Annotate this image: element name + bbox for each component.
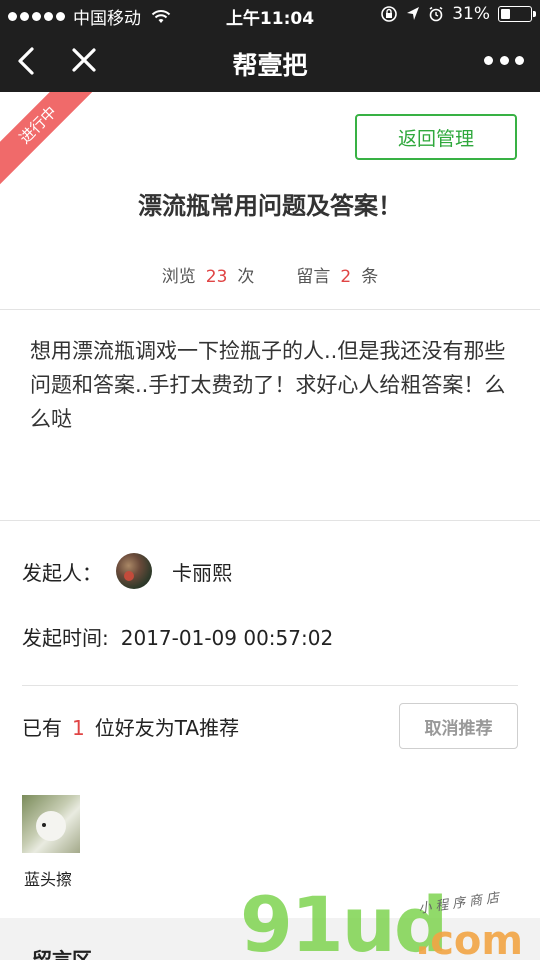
post-title: 漂流瓶常用问题及答案！ [138, 192, 402, 220]
recommend-count: 1 [72, 716, 85, 740]
start-time-label: 发起时间: [22, 626, 109, 650]
status-bar: 中国移动 上午11:04 31% [0, 0, 540, 30]
location-icon [407, 7, 420, 20]
battery-percent: 31% [452, 4, 490, 24]
post-body: 想用漂流瓶调戏一下捡瓶子的人..但是我还没有那些问题和答案..手打太费劲了！求好… [30, 339, 506, 431]
cancel-recommend-button[interactable]: 取消推荐 [399, 703, 518, 749]
start-time-value: 2017-01-09 00:57:02 [120, 626, 334, 650]
alarm-icon [429, 6, 443, 22]
battery-icon [498, 6, 536, 22]
initiator-name: 卡丽熙 [172, 560, 232, 585]
comments-unit: 条 [361, 267, 379, 287]
comments-section-title: 留言区 [32, 948, 92, 960]
initiator-label: 发起人： [22, 560, 102, 585]
recommender-avatar [22, 795, 80, 853]
recommend-prefix: 已有 [22, 716, 62, 740]
status-right: 31% [380, 4, 536, 24]
views-stat: 浏览 23 次 [162, 262, 255, 287]
views-label: 浏览 [161, 267, 196, 287]
close-icon [72, 48, 96, 72]
close-button[interactable] [66, 42, 102, 80]
more-dot-icon [484, 55, 493, 65]
comments-count: 2 [340, 267, 352, 287]
initiator-row: 发起人： 卡丽熙 [22, 552, 232, 590]
status-ribbon: 进行中 [0, 92, 106, 193]
start-time-row: 发起时间: 2017-01-09 00:57:02 [22, 622, 333, 651]
views-count: 23 [205, 267, 228, 287]
nav-bar: 帮壹把 [0, 30, 540, 92]
comments-stat: 留言 2 条 [296, 262, 378, 287]
recommend-suffix: 位好友为TA推荐 [94, 716, 240, 740]
recommend-summary: 已有 1 位好友为TA推荐 [22, 712, 239, 741]
comments-label: 留言 [296, 267, 331, 287]
chevron-left-icon [18, 47, 34, 75]
comments-section: 留言区 [0, 918, 540, 960]
back-button[interactable] [8, 42, 44, 80]
more-dot-icon [515, 55, 524, 65]
initiator-avatar[interactable] [116, 553, 152, 589]
views-unit: 次 [237, 267, 255, 287]
more-menu-button[interactable] [484, 50, 524, 70]
recommender-name: 蓝头擦 [24, 870, 73, 889]
post-header: 进行中 返回管理 漂流瓶常用问题及答案！ 浏览 23 次 留言 2 条 [0, 92, 540, 310]
recommender-item[interactable]: 蓝头擦 [22, 795, 80, 889]
watermark-tagline: 小程序商店 [417, 890, 504, 917]
post-stats: 浏览 23 次 留言 2 条 [0, 262, 540, 287]
back-to-manage-button[interactable]: 返回管理 [355, 114, 517, 160]
divider [0, 520, 540, 521]
more-dot-icon [499, 55, 509, 65]
rotation-lock-icon [381, 6, 398, 22]
divider [22, 685, 518, 686]
